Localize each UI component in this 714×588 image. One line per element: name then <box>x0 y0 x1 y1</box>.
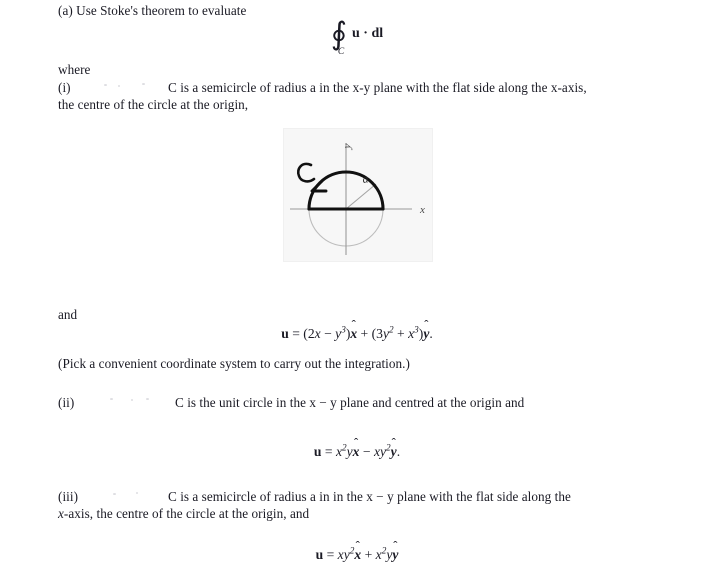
dot-product-operator: · <box>363 25 368 41</box>
part-iii-equation: u = xy2 ˆ x + x2y ˆ y <box>0 539 714 563</box>
exponent-2: 2 <box>389 324 394 335</box>
where-label: where <box>58 62 91 77</box>
equals-sign: = <box>326 547 335 562</box>
scan-artifact <box>110 398 113 400</box>
radius-line <box>345 183 377 210</box>
x-hat-unit-vector: ˆx <box>354 539 361 563</box>
y-hat-unit-vector: ˆy <box>423 318 429 342</box>
part-ii-text-line1: C is the unit circle in the x − y plane … <box>175 395 525 410</box>
caret-accent: ˆ <box>355 538 360 553</box>
minus-sign: − <box>324 326 332 341</box>
part-i-marker: (i) <box>58 80 71 95</box>
connector-and: and <box>58 307 78 322</box>
scan-artifact <box>104 84 107 86</box>
scan-artifact <box>113 493 116 495</box>
scan-artifact <box>136 492 138 494</box>
figure-svg: a y x <box>290 143 425 255</box>
minus-sign: − <box>362 444 371 459</box>
plus-sign: + <box>364 547 373 562</box>
integral-subscript-C: C <box>337 46 345 57</box>
scan-artifact <box>118 85 120 87</box>
y-hat-unit-vector: ˆy <box>392 539 398 563</box>
differential-dl: dl <box>371 25 384 41</box>
coefficient-2: 2 <box>307 326 315 341</box>
radius-label-a: a <box>362 173 370 186</box>
part-iii-text-line2-rest: -axis, the centre of the circle at the o… <box>63 506 310 521</box>
var-x: x <box>314 326 321 341</box>
vector-u: u <box>315 547 324 562</box>
vector-u: u <box>281 326 289 341</box>
x-axis-label: x <box>419 204 425 216</box>
part-iii-text-line2: x-axis, the centre of the circle at the … <box>58 505 309 522</box>
vector-u: u <box>352 25 360 41</box>
direction-arrow-icon <box>310 179 328 193</box>
document-page: (a) Use Stoke's theorem to evaluate ∮ C … <box>0 0 714 588</box>
period: . <box>396 444 401 459</box>
scan-artifact <box>131 399 133 401</box>
caret-accent: ˆ <box>424 317 429 332</box>
y-axis-label: y <box>341 143 354 151</box>
part-i-text-line1: C is a semicircle of radius a in the x-y… <box>168 80 587 95</box>
caret-accent: ˆ <box>391 435 396 450</box>
x-hat-unit-vector: ˆx <box>350 318 357 342</box>
problem-label: (a) <box>58 3 73 18</box>
part-ii-marker: (ii) <box>58 395 75 410</box>
scan-artifact <box>142 83 145 85</box>
vector-u: u <box>313 444 322 459</box>
coefficient-3: 3 <box>376 326 383 341</box>
part-iii-marker: (iii) <box>58 489 79 504</box>
part-i-note: (Pick a convenient coordinate system to … <box>58 356 410 371</box>
scan-artifact <box>146 398 149 400</box>
plus-sign: + <box>360 326 369 341</box>
period: . <box>429 326 433 341</box>
curve-label-C <box>296 162 316 183</box>
caret-accent: ˆ <box>353 435 359 450</box>
problem-prompt: Use Stoke's theorem to evaluate <box>76 3 247 18</box>
integrand: u · dl <box>352 26 383 42</box>
plus-sign: + <box>397 326 405 341</box>
y-hat-unit-vector: ˆy <box>391 436 397 460</box>
caret-accent: ˆ <box>351 317 356 332</box>
equals-sign: = <box>292 326 300 341</box>
caret-accent: ˆ <box>393 538 398 553</box>
contour-integral-icon: ∮ C <box>330 16 347 57</box>
problem-heading: (a) Use Stoke's theorem to evaluate <box>58 2 246 19</box>
equals-sign: = <box>324 444 333 459</box>
part-ii-equation: u = x2y ˆ x − xy2 ˆ y. <box>0 436 714 460</box>
part-i-equation: u = (2x − y3) ˆ x + (3y2 + x3) ˆ y. <box>0 318 714 342</box>
semicircle-contour-figure: a y x <box>283 128 433 262</box>
part-iii-text-line1: C is a semicircle of radius a in in the … <box>168 489 571 504</box>
x-hat-unit-vector: ˆx <box>353 436 360 460</box>
part-i-text-line2: the centre of the circle at the origin, <box>58 97 249 112</box>
contour-integral-equation: ∮ C u · dl <box>0 16 714 57</box>
